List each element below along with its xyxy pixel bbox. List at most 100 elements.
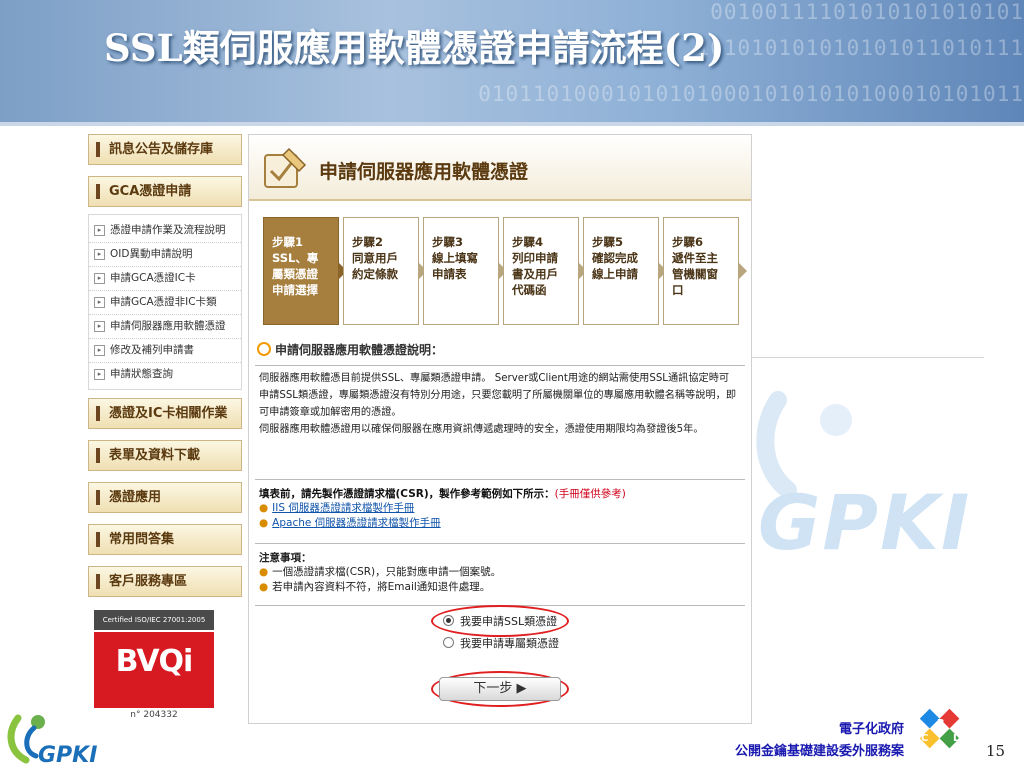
radio-ssl-option[interactable]: 我要申請SSL類憑證 [443, 613, 557, 629]
apache-manual-link[interactable]: Apache 伺服器憑證請求檔製作手冊 [272, 517, 441, 529]
footer-line1: 電子化政府 [838, 722, 904, 737]
gpki-footer-logo-icon: GPKI [7, 714, 97, 768]
step-label-line: SSL、專 [272, 251, 319, 265]
csr-section: 填表前，請先製作憑證請求檔(CSR)，製作參考範例如下所示：(手冊僅供參考) ●… [255, 479, 745, 537]
csr-note: (手冊僅供參考) [554, 488, 626, 500]
content-title: 申請伺服器應用軟體憑證 [319, 161, 529, 183]
banner-binary-line: 00100111101010101010101 [710, 0, 1024, 24]
step-3: 步驟3 線上填寫 申請表 [423, 217, 507, 325]
radio-label: 我要申請專屬類憑證 [460, 637, 559, 650]
nav-button-gca-apply[interactable]: GCA憑證申請 [88, 176, 242, 207]
nav-button-cert-ic[interactable]: 憑證及IC卡相關作業 [88, 398, 242, 429]
website-screenshot: 訊息公告及儲存庫 GCA憑證申請 憑證申請作業及流程說明 OID異動申請說明 申… [88, 134, 752, 724]
step-label-line: 屬類憑證 [272, 267, 318, 281]
step-label-line: 申請選擇 [272, 283, 318, 297]
step-label: 步驟6 遞件至主管機關窗口 [672, 234, 734, 298]
csr-heading-text: 填表前，請先製作憑證請求檔(CSR)，製作參考範例如下所示： [259, 488, 555, 500]
content-header: 申請伺服器應用軟體憑證 [249, 135, 751, 201]
notes-section: 注意事項： ● 一個憑證請求檔(CSR)，只能對應申請一個案號。 ● 若申請內容資料… [255, 543, 745, 601]
step-label: 步驟2 同意用戶約定條款 [352, 234, 414, 282]
rdec-letter: C [921, 733, 928, 744]
nav-button-cert-apps[interactable]: 憑證應用 [88, 482, 242, 513]
list-item: ● 一個憑證請求檔(CSR)，只能對應申請一個案號。 [259, 565, 741, 580]
sub-navigation: 憑證申請作業及流程說明 OID異動申請說明 申請GCA憑證IC卡 申請GCA憑證… [88, 214, 242, 390]
radio-unchecked-icon[interactable] [443, 637, 454, 648]
step-label-line: 申請表 [432, 267, 467, 281]
nav-button-announcements[interactable]: 訊息公告及儲存庫 [88, 134, 242, 165]
step-label-line: 同意用戶 [352, 251, 398, 265]
iis-manual-link[interactable]: IIS 伺服器憑證請求檔製作手冊 [272, 502, 414, 514]
rdec-letter: D [953, 733, 961, 744]
radio-checked-icon[interactable] [443, 615, 454, 626]
bullet-icon: ● [259, 517, 269, 529]
sub-nav-item[interactable]: 修改及補列申請書 [89, 339, 241, 363]
step-label-line: 步驟2 [352, 235, 384, 249]
step-4: 步驟4 列印申請 書及用戶 代碼函 [503, 217, 587, 325]
step-label-line: 步驟4 [512, 235, 544, 249]
nav-button-forms[interactable]: 表單及資料下載 [88, 440, 242, 471]
step-label-line: 列印申請 [512, 251, 558, 265]
radio-label: 我要申請SSL類憑證 [460, 615, 558, 628]
step-label-line: 步驟1 [272, 235, 304, 249]
banner-divider [0, 122, 1024, 126]
footer-line2: 公開金鑰基礎建設委外服務案 [734, 744, 904, 759]
sub-nav-item[interactable]: OID異動申請說明 [89, 243, 241, 267]
sub-nav-item-server-cert[interactable]: 申請伺服器應用軟體憑證 [89, 315, 241, 339]
description-paragraph: 伺服器應用軟體憑證用以確保伺服器在應用資訊傳遞處理時的安全，憑證使用期限均為發證… [259, 424, 704, 435]
description-paragraph: 伺服器應用軟體憑目前提供SSL、專屬類憑證申請。 Server或Client用途… [259, 373, 737, 418]
banner-binary-line: 101010101010101011010111 [696, 36, 1024, 60]
list-item: ● 若申請內容資料不符，將Email通知退件處理。 [259, 580, 741, 595]
notes-heading: 注意事項： [259, 552, 312, 564]
section-title-text: 申請伺服器應用軟體憑證說明： [275, 343, 444, 357]
circle-bullet-icon [257, 342, 271, 356]
rdec-logo-icon: R D E C [919, 708, 961, 760]
step-label-line: 約定條款 [352, 267, 398, 281]
bullet-icon: ● [259, 566, 269, 578]
slide-banner: 00100111101010101010101 1010101010101010… [0, 0, 1024, 122]
footer-logo-text: GPKI [38, 743, 97, 768]
step-label-line: 步驟5 [592, 235, 624, 249]
right-divider [752, 357, 984, 358]
step-label: 步驟4 列印申請 書及用戶 代碼函 [512, 234, 574, 298]
page-number: 15 [986, 742, 1006, 760]
bullet-icon: ● [259, 502, 269, 514]
step-label: 步驟1 SSL、專屬類憑證申請選擇 [272, 234, 334, 298]
step-5: 步驟5 確認完成線上申請 [583, 217, 667, 325]
bvqi-logo: BVQi [115, 644, 194, 679]
step-label: 步驟3 線上填寫 申請表 [432, 234, 494, 282]
csr-heading: 填表前，請先製作憑證請求檔(CSR)，製作參考範例如下所示：(手冊僅供參考) [259, 486, 741, 501]
step-label-line: 確認完成 [592, 251, 638, 265]
list-item: ● Apache 伺服器憑證請求檔製作手冊 [259, 516, 741, 531]
rdec-letter: R [937, 718, 945, 729]
sub-nav-item[interactable]: 申請GCA憑證IC卡 [89, 267, 241, 291]
bullet-icon: ● [259, 581, 269, 593]
document-pencil-icon [264, 147, 307, 188]
main-content: 申請伺服器應用軟體憑證 步驟1 SSL、專 屬類憑證 申請選擇 步驟2 同意用戶 約定條款步… [248, 134, 752, 724]
note-text: 若申請內容資料不符，將Email通知退件處理。 [272, 581, 491, 593]
section-title: 申請伺服器應用軟體憑證說明： [257, 341, 443, 358]
sub-nav-item[interactable]: 憑證申請作業及流程說明 [89, 219, 241, 243]
step-label-line: 管機關窗 [672, 267, 718, 281]
radio-dedicated-option[interactable]: 我要申請專屬類憑證 [443, 635, 559, 651]
step-label-line: 線上申請 [592, 267, 638, 281]
cert-caption: Certified ISO/IEC 27001:2005 [94, 610, 214, 630]
step-label-line: 遞件至主 [672, 251, 718, 265]
step-label-line: 口 [672, 283, 684, 297]
application-steps: 步驟1 SSL、專屬類憑證申請選擇 步驟2 同意用戶約定條款 步驟3 線上填寫 申請表 步驟4… [263, 217, 747, 325]
step-1: 步驟1 SSL、專屬類憑證申請選擇 [263, 217, 347, 325]
gpki-background-logo-text: GPKI [758, 478, 972, 567]
step-label-line: 步驟3 [432, 235, 464, 249]
step-6: 步驟6 遞件至主管機關窗口 [663, 217, 747, 325]
next-step-button[interactable]: 下一步 ▶ [439, 677, 561, 701]
rdec-letter: E [937, 749, 944, 760]
step-label-line: 代碼函 [512, 283, 547, 297]
step-2: 步驟2 同意用戶約定條款 [343, 217, 427, 325]
sub-nav-item[interactable]: 申請狀態查詢 [89, 363, 241, 387]
nav-button-customer-service[interactable]: 客戶服務專區 [88, 566, 242, 597]
step-label-line: 步驟6 [672, 235, 704, 249]
slide-title: SSL類伺服應用軟體憑證申請流程(2) [104, 26, 725, 70]
step-label: 步驟5 確認完成線上申請 [592, 234, 654, 282]
banner-binary-line: 0101101000101010100010101010100010101011 [478, 82, 1024, 106]
nav-button-faq[interactable]: 常用問答集 [88, 524, 242, 555]
sub-nav-item[interactable]: 申請GCA憑證非IC卡類 [89, 291, 241, 315]
